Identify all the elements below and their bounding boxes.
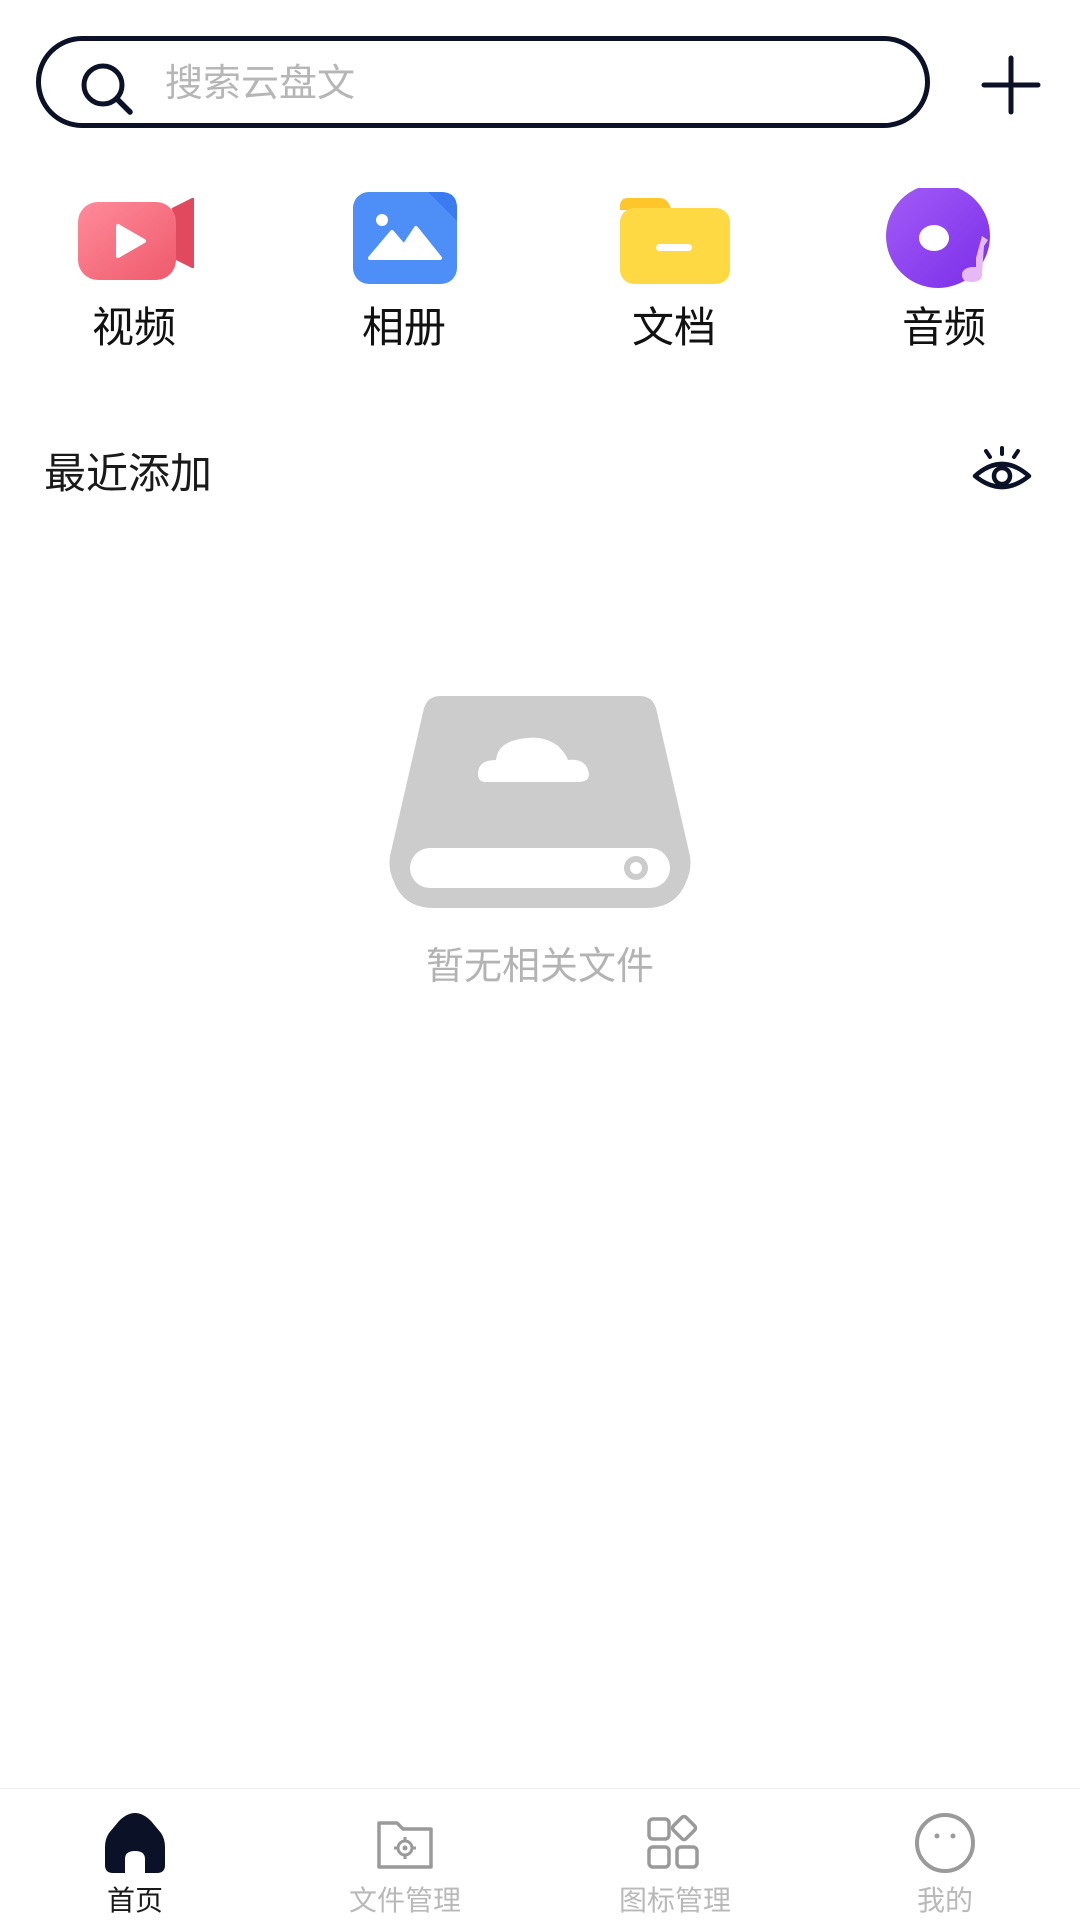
- app-screen: 视频 相册 文档 音频: [0, 0, 1080, 1920]
- nav-item-profile[interactable]: 我的: [810, 1789, 1080, 1920]
- nav-label: 首页: [106, 1884, 163, 1917]
- photo-album-icon: [353, 192, 457, 284]
- music-disc-icon: [886, 188, 990, 288]
- category-video[interactable]: 视频: [34, 188, 234, 358]
- search-bar[interactable]: [36, 36, 930, 128]
- home-icon: [105, 1813, 165, 1873]
- search-icon[interactable]: [77, 59, 137, 119]
- nav-item-home[interactable]: 首页: [0, 1789, 270, 1920]
- category-audio[interactable]: 音频: [844, 188, 1044, 358]
- nav-item-file-management[interactable]: 文件管理: [270, 1789, 540, 1920]
- category-album[interactable]: 相册: [304, 188, 504, 358]
- folder-settings-icon: [377, 1821, 433, 1869]
- nav-label: 我的: [916, 1884, 973, 1917]
- apps-grid-icon: [647, 1814, 699, 1869]
- profile-face-icon: [915, 1813, 975, 1873]
- eye-icon[interactable]: [970, 446, 1034, 502]
- folder-icon: [620, 198, 730, 284]
- nav-item-icon-management[interactable]: 图标管理: [540, 1789, 810, 1920]
- category-label: 音频: [901, 303, 986, 352]
- bottom-navigation: 首页 文件管理 图标管理 我的: [0, 1788, 1080, 1920]
- video-camera-icon: [78, 197, 194, 280]
- category-label: 视频: [91, 303, 176, 352]
- empty-state-text: 暂无相关文件: [425, 944, 654, 988]
- cloud-drive-icon: [389, 696, 691, 908]
- category-label: 相册: [361, 303, 446, 352]
- recent-section-title: 最近添加: [44, 449, 213, 498]
- category-label: 文档: [631, 303, 716, 352]
- nav-label: 文件管理: [348, 1884, 461, 1917]
- add-icon[interactable]: [976, 50, 1046, 120]
- search-input[interactable]: [165, 55, 885, 111]
- category-document[interactable]: 文档: [574, 188, 774, 358]
- nav-label: 图标管理: [618, 1884, 731, 1917]
